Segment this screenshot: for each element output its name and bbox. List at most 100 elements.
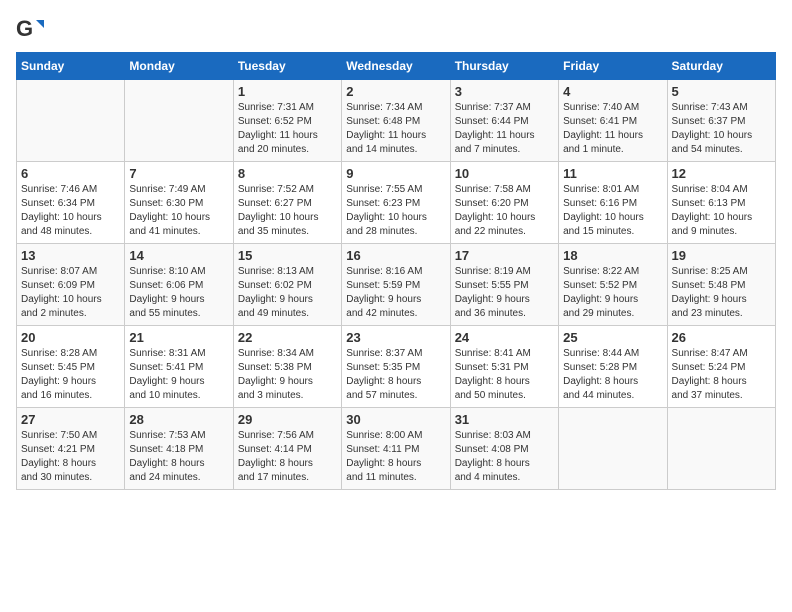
- day-content: Sunrise: 8:19 AM Sunset: 5:55 PM Dayligh…: [455, 265, 554, 321]
- day-content: Sunrise: 7:31 AM Sunset: 6:52 PM Dayligh…: [238, 101, 337, 157]
- day-content: Sunrise: 8:41 AM Sunset: 5:31 PM Dayligh…: [455, 347, 554, 403]
- calendar-cell: 8 Sunrise: 7:52 AM Sunset: 6:27 PM Daylig…: [233, 162, 341, 244]
- day-content: Sunrise: 8:01 AM Sunset: 6:16 PM Dayligh…: [563, 183, 662, 239]
- week-row-4: 27 Sunrise: 7:50 AM Sunset: 4:21 PM Dayli…: [17, 408, 776, 490]
- calendar-cell: 25 Sunrise: 8:44 AM Sunset: 5:28 PM Dayli…: [559, 326, 667, 408]
- day-number: 25: [563, 330, 662, 345]
- day-number: 29: [238, 412, 337, 427]
- day-number: 9: [346, 166, 445, 181]
- day-content: Sunrise: 8:47 AM Sunset: 5:24 PM Dayligh…: [672, 347, 771, 403]
- calendar-cell: 5 Sunrise: 7:43 AM Sunset: 6:37 PM Daylig…: [667, 80, 775, 162]
- day-content: Sunrise: 8:34 AM Sunset: 5:38 PM Dayligh…: [238, 347, 337, 403]
- day-content: Sunrise: 8:28 AM Sunset: 5:45 PM Dayligh…: [21, 347, 120, 403]
- calendar-cell: 23 Sunrise: 8:37 AM Sunset: 5:35 PM Dayli…: [342, 326, 450, 408]
- calendar-cell: 11 Sunrise: 8:01 AM Sunset: 6:16 PM Dayli…: [559, 162, 667, 244]
- col-header-wednesday: Wednesday: [342, 53, 450, 80]
- day-content: Sunrise: 7:46 AM Sunset: 6:34 PM Dayligh…: [21, 183, 120, 239]
- calendar-cell: 2 Sunrise: 7:34 AM Sunset: 6:48 PM Daylig…: [342, 80, 450, 162]
- week-row-2: 13 Sunrise: 8:07 AM Sunset: 6:09 PM Dayli…: [17, 244, 776, 326]
- col-header-saturday: Saturday: [667, 53, 775, 80]
- week-row-3: 20 Sunrise: 8:28 AM Sunset: 5:45 PM Dayli…: [17, 326, 776, 408]
- calendar-cell: 22 Sunrise: 8:34 AM Sunset: 5:38 PM Dayli…: [233, 326, 341, 408]
- day-number: 1: [238, 84, 337, 99]
- calendar-cell: 24 Sunrise: 8:41 AM Sunset: 5:31 PM Dayli…: [450, 326, 558, 408]
- day-content: Sunrise: 7:55 AM Sunset: 6:23 PM Dayligh…: [346, 183, 445, 239]
- day-content: Sunrise: 7:43 AM Sunset: 6:37 PM Dayligh…: [672, 101, 771, 157]
- day-number: 18: [563, 248, 662, 263]
- logo: G: [16, 16, 48, 44]
- day-number: 23: [346, 330, 445, 345]
- calendar-cell: 9 Sunrise: 7:55 AM Sunset: 6:23 PM Daylig…: [342, 162, 450, 244]
- day-content: Sunrise: 8:07 AM Sunset: 6:09 PM Dayligh…: [21, 265, 120, 321]
- calendar-cell: 10 Sunrise: 7:58 AM Sunset: 6:20 PM Dayli…: [450, 162, 558, 244]
- day-number: 24: [455, 330, 554, 345]
- calendar-cell: 14Sunrise: 8:10 AM Sunset: 6:06 PM Dayli…: [125, 244, 233, 326]
- calendar-cell: 13 Sunrise: 8:07 AM Sunset: 6:09 PM Dayli…: [17, 244, 125, 326]
- week-row-1: 6 Sunrise: 7:46 AM Sunset: 6:34 PM Daylig…: [17, 162, 776, 244]
- calendar-cell: [17, 80, 125, 162]
- calendar-cell: 12 Sunrise: 8:04 AM Sunset: 6:13 PM Dayli…: [667, 162, 775, 244]
- day-content: Sunrise: 7:56 AM Sunset: 4:14 PM Dayligh…: [238, 429, 337, 485]
- day-number: 8: [238, 166, 337, 181]
- day-number: 12: [672, 166, 771, 181]
- day-content: Sunrise: 8:16 AM Sunset: 5:59 PM Dayligh…: [346, 265, 445, 321]
- day-content: Sunrise: 8:25 AM Sunset: 5:48 PM Dayligh…: [672, 265, 771, 321]
- day-content: Sunrise: 8:04 AM Sunset: 6:13 PM Dayligh…: [672, 183, 771, 239]
- svg-text:G: G: [16, 16, 33, 41]
- calendar-cell: 7 Sunrise: 7:49 AM Sunset: 6:30 PM Daylig…: [125, 162, 233, 244]
- calendar-cell: 21 Sunrise: 8:31 AM Sunset: 5:41 PM Dayli…: [125, 326, 233, 408]
- calendar-cell: 18 Sunrise: 8:22 AM Sunset: 5:52 PM Dayli…: [559, 244, 667, 326]
- calendar-cell: 29 Sunrise: 7:56 AM Sunset: 4:14 PM Dayli…: [233, 408, 341, 490]
- day-content: Sunrise: 8:10 AM Sunset: 6:06 PM Dayligh…: [129, 265, 228, 321]
- day-content: Sunrise: 8:00 AM Sunset: 4:11 PM Dayligh…: [346, 429, 445, 485]
- calendar-cell: 17 Sunrise: 8:19 AM Sunset: 5:55 PM Dayli…: [450, 244, 558, 326]
- calendar-cell: 27 Sunrise: 7:50 AM Sunset: 4:21 PM Dayli…: [17, 408, 125, 490]
- day-content: Sunrise: 7:53 AM Sunset: 4:18 PM Dayligh…: [129, 429, 228, 485]
- day-number: 10: [455, 166, 554, 181]
- day-content: Sunrise: 7:58 AM Sunset: 6:20 PM Dayligh…: [455, 183, 554, 239]
- day-number: 22: [238, 330, 337, 345]
- day-content: Sunrise: 7:37 AM Sunset: 6:44 PM Dayligh…: [455, 101, 554, 157]
- day-number: 5: [672, 84, 771, 99]
- day-number: 4: [563, 84, 662, 99]
- calendar-cell: 20 Sunrise: 8:28 AM Sunset: 5:45 PM Dayli…: [17, 326, 125, 408]
- day-number: 2: [346, 84, 445, 99]
- day-content: Sunrise: 8:03 AM Sunset: 4:08 PM Dayligh…: [455, 429, 554, 485]
- week-row-0: 1 Sunrise: 7:31 AM Sunset: 6:52 PM Daylig…: [17, 80, 776, 162]
- calendar-cell: [667, 408, 775, 490]
- day-number: 20: [21, 330, 120, 345]
- day-content: Sunrise: 8:13 AM Sunset: 6:02 PM Dayligh…: [238, 265, 337, 321]
- day-number: 17: [455, 248, 554, 263]
- day-content: Sunrise: 8:44 AM Sunset: 5:28 PM Dayligh…: [563, 347, 662, 403]
- day-content: Sunrise: 7:49 AM Sunset: 6:30 PM Dayligh…: [129, 183, 228, 239]
- calendar-cell: 26 Sunrise: 8:47 AM Sunset: 5:24 PM Dayli…: [667, 326, 775, 408]
- day-number: 3: [455, 84, 554, 99]
- day-number: 15: [238, 248, 337, 263]
- col-header-thursday: Thursday: [450, 53, 558, 80]
- day-number: 13: [21, 248, 120, 263]
- day-number: 28: [129, 412, 228, 427]
- day-number: 19: [672, 248, 771, 263]
- calendar-cell: 30Sunrise: 8:00 AM Sunset: 4:11 PM Dayli…: [342, 408, 450, 490]
- day-content: Sunrise: 8:22 AM Sunset: 5:52 PM Dayligh…: [563, 265, 662, 321]
- day-number: 21: [129, 330, 228, 345]
- col-header-monday: Monday: [125, 53, 233, 80]
- day-content: Sunrise: 8:37 AM Sunset: 5:35 PM Dayligh…: [346, 347, 445, 403]
- calendar-cell: 28 Sunrise: 7:53 AM Sunset: 4:18 PM Dayli…: [125, 408, 233, 490]
- day-number: 31: [455, 412, 554, 427]
- day-content: Sunrise: 7:40 AM Sunset: 6:41 PM Dayligh…: [563, 101, 662, 157]
- day-content: Sunrise: 7:52 AM Sunset: 6:27 PM Dayligh…: [238, 183, 337, 239]
- day-number: 6: [21, 166, 120, 181]
- day-content: Sunrise: 8:31 AM Sunset: 5:41 PM Dayligh…: [129, 347, 228, 403]
- day-number: 26: [672, 330, 771, 345]
- col-header-sunday: Sunday: [17, 53, 125, 80]
- col-header-tuesday: Tuesday: [233, 53, 341, 80]
- day-content: Sunrise: 7:50 AM Sunset: 4:21 PM Dayligh…: [21, 429, 120, 485]
- day-number: 11: [563, 166, 662, 181]
- header: G: [16, 16, 776, 44]
- day-number: 27: [21, 412, 120, 427]
- day-content: Sunrise: 7:34 AM Sunset: 6:48 PM Dayligh…: [346, 101, 445, 157]
- day-number: 16: [346, 248, 445, 263]
- calendar-cell: 6 Sunrise: 7:46 AM Sunset: 6:34 PM Daylig…: [17, 162, 125, 244]
- day-number: 7: [129, 166, 228, 181]
